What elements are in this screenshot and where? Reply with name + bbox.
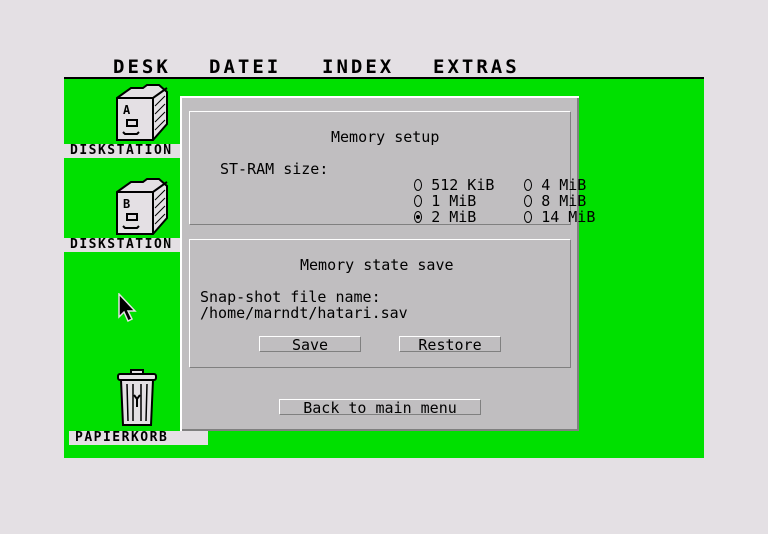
menu-desk[interactable]: DESK (113, 57, 171, 77)
save-button[interactable]: Save (259, 336, 361, 353)
restore-button[interactable]: Restore (399, 336, 501, 353)
radio-circle-selected (414, 211, 423, 223)
drive-b-icon[interactable]: B (103, 178, 171, 242)
drive-letter: B (123, 197, 130, 211)
memory-setup-group: Memory setup ST-RAM size: 512 KiB 1 MiB … (189, 111, 595, 225)
radio-label: 14 MiB (541, 208, 596, 226)
snapshot-file-label: Snap-shot file name: (200, 288, 381, 306)
radio-14mib[interactable]: 14 MiB (470, 193, 595, 241)
menu-index[interactable]: INDEX (322, 57, 394, 77)
radio-circle (524, 211, 533, 223)
menu-datei[interactable]: DATEI (209, 57, 281, 77)
st-ram-size-label: ST-RAM size: (220, 160, 329, 178)
memory-state-save-title: Memory state save (300, 256, 454, 274)
mouse-pointer-icon (118, 292, 140, 331)
trash-icon[interactable] (116, 369, 160, 433)
memory-dialog: Memory setup ST-RAM size: 512 KiB 1 MiB … (180, 96, 595, 431)
drive-a-label[interactable]: DISKSTATION (64, 144, 180, 158)
memory-setup-title: Memory setup (331, 128, 440, 146)
radio-2mib[interactable]: 2 MiB (360, 193, 476, 241)
trash-label[interactable]: PAPIERKORB (69, 431, 208, 445)
menu-extras[interactable]: EXTRAS (433, 57, 520, 77)
back-to-main-menu-button[interactable]: Back to main menu (279, 399, 481, 416)
menu-bar: DESK DATEI INDEX EXTRAS (64, 55, 704, 77)
memory-state-save-group: Memory state save Snap-shot file name: /… (189, 239, 571, 368)
drive-letter: A (123, 103, 131, 117)
drive-a-icon[interactable]: A (103, 84, 171, 148)
drive-b-label[interactable]: DISKSTATION (64, 238, 180, 252)
snapshot-file-path[interactable]: /home/marndt/hatari.sav (200, 305, 408, 321)
